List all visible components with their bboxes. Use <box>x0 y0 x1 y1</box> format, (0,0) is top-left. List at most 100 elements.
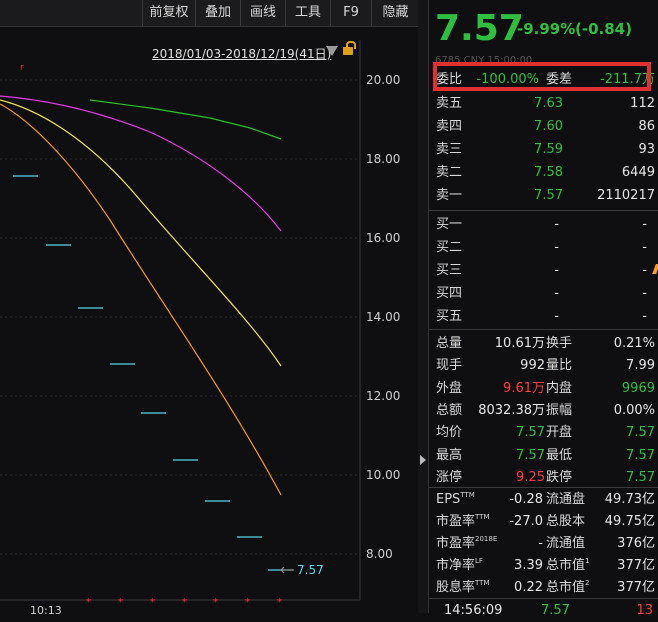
fund-label-text: 市净率 <box>436 558 476 573</box>
quote-panel: 7.57 -9.99% (-0.84) 6785 CNY 15:00:00 委比… <box>428 0 658 618</box>
buy-row: 买一 - - <box>429 213 658 236</box>
fund-label-superscript: TTM <box>475 579 490 587</box>
svg-text:*: * <box>213 597 218 608</box>
tick-price: 7.57 <box>541 603 570 618</box>
stat-label: 总额 <box>436 402 463 418</box>
sell-level-label: 卖三 <box>436 142 463 157</box>
stat-label: 总量 <box>436 336 463 351</box>
stat-value: 10.61万 <box>494 336 545 351</box>
fund-label-text: 总市值 <box>546 580 586 595</box>
sell-price: 7.59 <box>534 142 563 157</box>
y-tick-label: 14.00 <box>366 310 401 324</box>
stat-value: 7.57 <box>516 425 545 441</box>
sell-volume: 86 <box>638 119 655 134</box>
sell-level-label: 卖一 <box>436 188 463 203</box>
sell-price: 7.57 <box>534 188 563 203</box>
change-amount: (-0.84) <box>575 20 632 38</box>
stat-value: 9.25 <box>516 469 545 485</box>
svg-text:*: * <box>150 597 155 608</box>
y-tick-label: 16.00 <box>366 231 401 245</box>
change-percent: -9.99% <box>517 20 576 38</box>
sell-volume: 112 <box>630 96 655 111</box>
fund-label-text: 市盈率 <box>436 536 476 551</box>
stat-label: 量比 <box>546 358 573 374</box>
svg-text:*: * <box>182 597 187 608</box>
svg-text:*: * <box>277 597 282 608</box>
separator <box>429 210 658 211</box>
buy-volume: - <box>642 217 647 232</box>
buy-price: - <box>554 286 559 301</box>
sell-row: 卖五 7.63 112 <box>429 92 658 115</box>
y-tick-label: 20.00 <box>366 73 401 87</box>
last-price-label: 7.57 <box>297 563 324 577</box>
fund-label-text: 总市值 <box>546 558 586 573</box>
last-price-arrow-icon <box>280 566 294 574</box>
expand-arrow-icon[interactable] <box>420 455 426 465</box>
panel-divider[interactable] <box>418 0 428 613</box>
stat-label: 内盘 <box>546 380 573 396</box>
fund-value: 49.73亿 <box>604 492 655 507</box>
fund-value: - <box>538 536 543 551</box>
fund-label-superscript: 1 <box>585 557 590 565</box>
sell-price: 7.63 <box>534 96 563 111</box>
stat-row: 总量 10.61万 换手 0.21% <box>429 332 658 355</box>
stat-value: 7.57 <box>626 469 655 485</box>
fund-label-superscript: 2 <box>585 579 590 587</box>
sell-volume: 6449 <box>621 165 655 180</box>
stat-value: 9969 <box>621 380 655 396</box>
stat-value: 7.99 <box>626 358 655 374</box>
fund-label-text: 股息率 <box>436 580 476 595</box>
separator <box>429 329 658 330</box>
sell-price: 7.60 <box>534 119 563 134</box>
fund-value: -0.28 <box>509 492 543 507</box>
kline-chart[interactable]: 前复权 叠加 画线 工具 F9 隐藏 2018/01/03-2018/12/19… <box>0 0 418 617</box>
price-bars <box>13 175 293 571</box>
svg-text:*: * <box>86 597 91 608</box>
stat-label: 换手 <box>546 336 573 351</box>
y-tick-label: 8.00 <box>366 547 393 561</box>
stat-label: 均价 <box>436 425 463 441</box>
buy-level-label: 买三 <box>436 263 463 278</box>
buy-volume: - <box>642 263 647 278</box>
buy-row: 买五 - - <box>429 305 658 328</box>
buy-volume: - <box>642 240 647 255</box>
stat-label: 涨停 <box>436 469 463 485</box>
svg-text:*: * <box>118 597 123 608</box>
fund-label-superscript: TTM <box>475 513 490 521</box>
stat-row: 外盘 9.61万 内盘 9969 <box>429 377 658 400</box>
fund-value: 377亿 <box>617 558 655 573</box>
top-marker-icon: r <box>20 63 24 73</box>
fund-label-text: 流通盘 <box>546 492 586 507</box>
ma-green-line <box>89 99 282 140</box>
stat-label: 现手 <box>436 358 463 374</box>
bottom-time-label: 10:13 <box>30 604 62 617</box>
y-tick-label: 12.00 <box>366 389 401 403</box>
buy-row: 买三 - - <box>429 259 658 282</box>
sell-row: 卖三 7.59 93 <box>429 138 658 161</box>
grid-lines <box>0 79 360 555</box>
chart-canvas: r * * * * * * * <box>0 40 361 608</box>
sell-volume: 2110217 <box>597 188 655 203</box>
buy-level-label: 买五 <box>436 309 463 324</box>
stat-value: 7.57 <box>516 447 545 463</box>
fund-label-text: EPS <box>436 492 461 507</box>
stat-value: 7.57 <box>626 425 655 441</box>
stat-row: 最高 7.57 最低 7.57 <box>429 444 658 467</box>
sell-volume: 93 <box>638 142 655 157</box>
sell-row: 卖一 7.57 2110217 <box>429 184 658 207</box>
fund-value: 377亿 <box>617 580 655 595</box>
stat-row: 涨停 9.25 跌停 7.57 <box>429 466 658 489</box>
buy-price: - <box>554 309 559 324</box>
buy-level-label: 买一 <box>436 217 463 232</box>
fund-label-text: 流通值 <box>546 536 586 551</box>
stat-label: 外盘 <box>436 380 463 396</box>
stat-label: 开盘 <box>546 425 573 441</box>
stat-value: 992 <box>520 358 545 374</box>
stat-value: 0.21% <box>613 336 655 351</box>
fund-label-superscript: TTM <box>460 491 475 499</box>
buy-row: 买二 - - <box>429 236 658 259</box>
buy-price: - <box>554 240 559 255</box>
stat-row: 总额 8032.38万 振幅 0.00% <box>429 399 658 422</box>
buy-price: - <box>554 217 559 232</box>
current-price: 7.57 <box>435 8 524 49</box>
